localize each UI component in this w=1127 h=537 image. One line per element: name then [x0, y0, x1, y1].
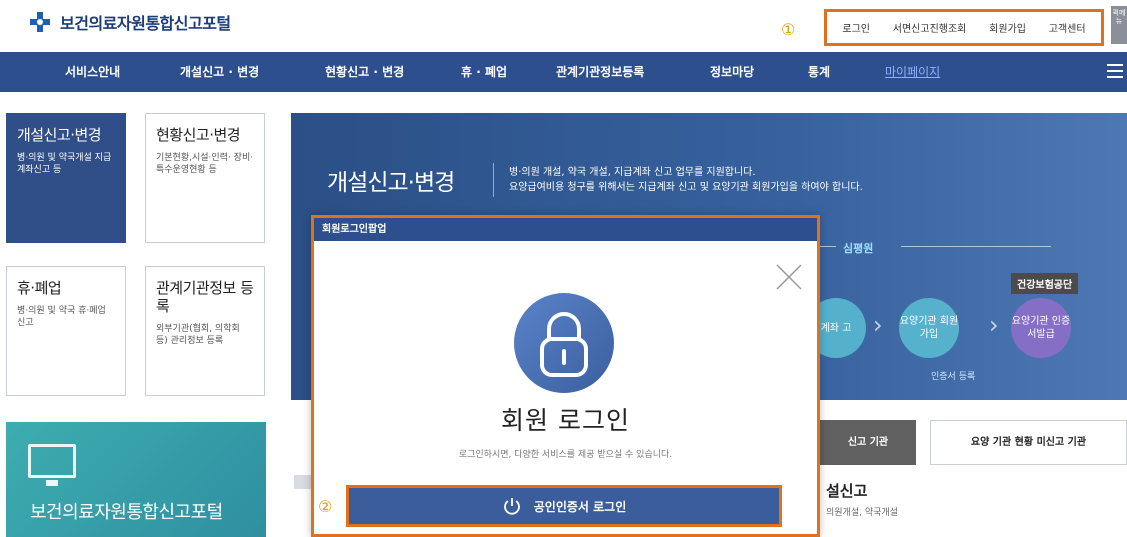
popup-title: 회원 로그인 [501, 406, 630, 435]
cert-login-button[interactable]: 공인인증서 로그인 [346, 485, 782, 527]
card-title: 휴·폐업 [17, 279, 62, 297]
tab-reported[interactable]: 신고 기관 [820, 420, 916, 465]
card-desc: 외부기관(협회, 의학회 등) 관리정보 등록 [156, 324, 240, 346]
nav-service-guide[interactable]: 서비스안내 [65, 52, 120, 92]
cert-login-label: 공인인증서 로그인 [533, 499, 627, 514]
nav-agency-info[interactable]: 관계기관정보등록 [556, 52, 644, 92]
nav-mypage[interactable]: 마이페이지 [885, 52, 940, 92]
step-member-join: 요양기관 회원가입 [899, 298, 959, 358]
step-cert-issue: 요양기관 인증서발급 [1011, 298, 1071, 358]
flow-label: 심평원 [843, 242, 874, 255]
power-icon [503, 498, 520, 515]
signup-link[interactable]: 회원가입 [989, 20, 1026, 35]
card-opening-report[interactable]: 개설신고·변경 병·의원 및 약국개설 지급계좌신고 등 [6, 113, 126, 243]
marker-two: ② [318, 497, 333, 516]
monitor-icon [28, 444, 76, 478]
card-closure[interactable]: 휴·폐업 병·의원 및 약국 휴·폐업 신고 [6, 266, 126, 396]
login-link[interactable]: 로그인 [842, 20, 870, 35]
flow-line [901, 246, 1051, 247]
card-title: 개설신고·변경 [17, 126, 102, 144]
section-title: 설신고 [826, 482, 868, 500]
site-logo[interactable]: 보건의료자원통합신고포털 [28, 10, 231, 34]
quick-menu-tab[interactable]: 퀵메뉴 [1111, 6, 1127, 44]
promo-text: 보건의료자원통합신고포털 [30, 502, 223, 523]
banner-title: 개설신고·변경 [327, 170, 455, 196]
health-insurance-badge: 건강보험공단 [1011, 273, 1079, 294]
card-desc: 병·의원 및 약국개설 지급계좌신고 등 [17, 153, 112, 175]
page: 보건의료자원통합신고포털 ① 로그인 서면신고진행조회 회원가입 고객센터 퀵메… [0, 0, 1127, 537]
marker-one: ① [781, 20, 796, 39]
banner-desc-line: 병·의원 개설, 약국 개설, 지급계좌 신고 업무를 지원합니다. [509, 167, 756, 178]
main-nav: 서비스안내 개설신고 · 변경 현황신고 · 변경 휴 · 폐업 관계기관정보등… [0, 52, 1127, 92]
banner-desc-line: 요양급여비용 청구를 위해서는 지급계좌 신고 및 요양기관 회원가입을 하여야… [509, 182, 863, 193]
card-title: 관계기관정보 등록 [156, 279, 254, 315]
chevron-right-icon: › [873, 311, 883, 339]
nav-statistics[interactable]: 통계 [808, 52, 830, 92]
popup-subtitle: 로그인하시면, 다양한 서비스를 제공 받으실 수 있습니다. [458, 450, 673, 460]
customer-center-link[interactable]: 고객센터 [1049, 20, 1086, 35]
monitor-stand [46, 480, 58, 486]
nav-opening-report[interactable]: 개설신고 · 변경 [180, 52, 259, 92]
nav-info-center[interactable]: 정보마당 [710, 52, 754, 92]
nav-status-report[interactable]: 현황신고 · 변경 [325, 52, 404, 92]
nav-closure[interactable]: 휴 · 폐업 [461, 52, 507, 92]
card-desc: 기본현황,시설·인력· 장비·특수운영현황 등 [156, 153, 254, 175]
tab-unreported[interactable]: 요양 기관 현황 미신고 기관 [930, 420, 1127, 465]
card-agency-info[interactable]: 관계기관정보 등록 외부기관(협회, 의학회 등) 관리정보 등록 [145, 266, 265, 396]
login-popup: 회원로그인팝업 회원 로그인 로그인하시면, 다양한 서비스를 제공 받으실 수… [311, 215, 820, 537]
card-title: 현황신고·변경 [156, 126, 241, 144]
header: 보건의료자원통합신고포털 ① 로그인 서면신고진행조회 회원가입 고객센터 퀵메… [0, 0, 1127, 52]
section-subtitle: 의원개설, 약국개설 [826, 508, 898, 518]
banner-desc: 병·의원 개설, 약국 개설, 지급계좌 신고 업무를 지원합니다. 요양급여비… [509, 165, 863, 195]
cert-register-label: 인증서 등록 [931, 372, 976, 382]
lock-icon [514, 293, 614, 393]
card-desc: 병·의원 및 약국 휴·폐업 신고 [17, 306, 106, 328]
close-icon[interactable] [774, 262, 804, 292]
card-status-report[interactable]: 현황신고·변경 기본현황,시설·인력· 장비·특수운영현황 등 [145, 113, 265, 243]
utility-links: 로그인 서면신고진행조회 회원가입 고객센터 [824, 9, 1104, 46]
portal-promo[interactable]: 보건의료자원통합신고포털 [6, 422, 266, 537]
site-name: 보건의료자원통합신고포털 [60, 14, 231, 33]
banner-divider [493, 163, 494, 197]
logo-cross-icon [30, 12, 50, 32]
popup-header: 회원로그인팝업 [314, 218, 817, 241]
chevron-right-icon: › [989, 311, 999, 339]
written-report-status-link[interactable]: 서면신고진행조회 [893, 20, 967, 35]
menu-icon[interactable] [1107, 64, 1123, 80]
